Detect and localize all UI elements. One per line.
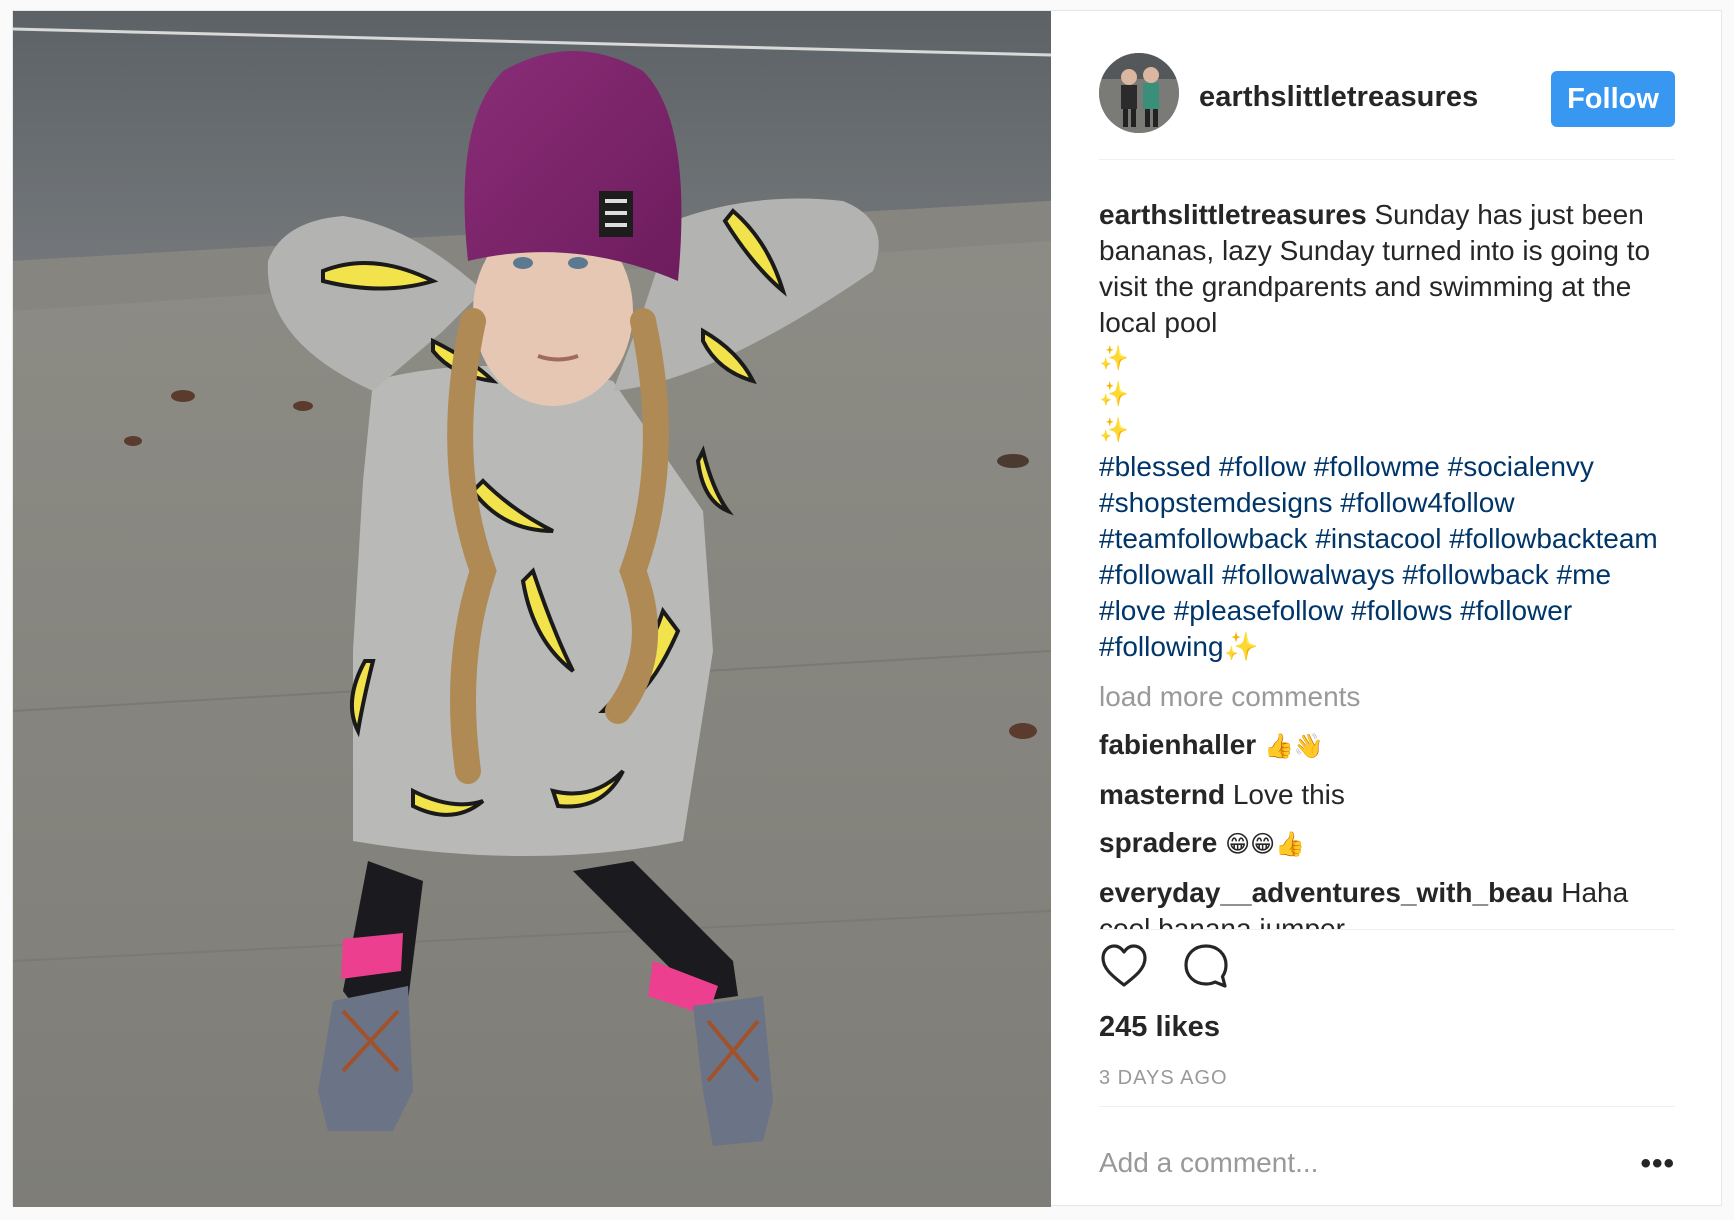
header-divider [1099, 159, 1675, 160]
hashtags-text[interactable]: #blessed #follow #followme #socialenvy #… [1099, 451, 1658, 662]
heart-icon[interactable] [1099, 941, 1153, 995]
more-options-icon[interactable]: ••• [1640, 1147, 1675, 1181]
comment: fabienhaller 👍👋 [1099, 727, 1675, 765]
comment-username[interactable]: spradere [1099, 827, 1217, 858]
post-details-panel: earthslittletreasures Follow earthslittl… [1051, 11, 1723, 1207]
comment-text: 👍👋 [1263, 733, 1324, 760]
comment-icon[interactable] [1181, 941, 1235, 995]
comment-username[interactable]: masternd [1099, 779, 1225, 810]
comment-text: 😁😁👍 [1225, 831, 1305, 858]
post-photo[interactable] [13, 11, 1051, 1207]
photo-illustration [13, 11, 1051, 1207]
post-timestamp[interactable]: 3 DAYS AGO [1099, 1067, 1228, 1090]
footer-divider [1099, 1106, 1675, 1107]
comment-username[interactable]: fabienhaller [1099, 729, 1256, 760]
comments-divider [1099, 929, 1675, 930]
follow-button[interactable]: Follow [1551, 71, 1675, 127]
caption: earthslittletreasures Sunday has just be… [1099, 197, 1675, 341]
sparkle-emoji: ✨ [1099, 417, 1129, 444]
comment: masternd Love this [1099, 777, 1675, 813]
comment: spradere 😁😁👍 [1099, 825, 1675, 863]
load-more-comments-link[interactable]: load more comments [1099, 679, 1675, 715]
add-comment-input[interactable] [1099, 1141, 1599, 1185]
hashtags-sparkle: ✨ [1223, 631, 1259, 662]
sparkle-emoji: ✨ [1099, 345, 1129, 372]
comment-username[interactable]: everyday__adventures_with_beau [1099, 877, 1553, 908]
avatar[interactable] [1099, 53, 1179, 133]
avatar-image [1099, 53, 1179, 133]
action-bar [1099, 941, 1399, 1001]
post-header: earthslittletreasures Follow [1099, 47, 1675, 133]
caption-username[interactable]: earthslittletreasures [1099, 199, 1367, 230]
comment: everyday__adventures_with_beau Haha cool… [1099, 875, 1675, 929]
hashtags[interactable]: #blessed #follow #followme #socialenvy #… [1099, 449, 1675, 665]
comment-text: Love this [1232, 779, 1345, 810]
sparkle-emoji: ✨ [1099, 381, 1129, 408]
comments-section: earthslittletreasures Sunday has just be… [1099, 197, 1675, 929]
post-card: earthslittletreasures Follow earthslittl… [12, 10, 1723, 1207]
likes-count[interactable]: 245 likes [1099, 1011, 1220, 1044]
header-username[interactable]: earthslittletreasures [1199, 81, 1478, 114]
